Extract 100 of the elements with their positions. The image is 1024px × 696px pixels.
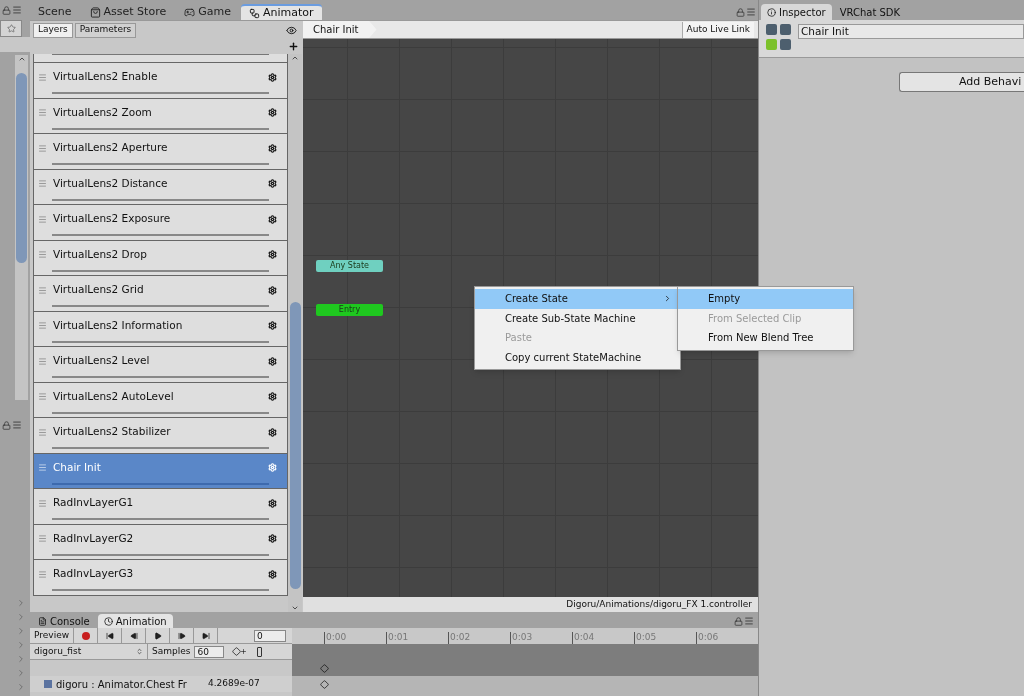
state-node[interactable]: Any State [316,260,383,272]
sidebar-tab[interactable]: Parameters [74,22,137,38]
lock-icon[interactable] [2,5,11,15]
drag-handle-icon[interactable] [38,569,47,579]
gear-icon[interactable] [268,569,277,579]
layer-item[interactable]: VirtualLens2 Distance [33,169,288,205]
lock-icon[interactable] [736,7,745,17]
drag-handle-icon[interactable] [38,463,47,472]
layer-item[interactable]: VirtualLens2 Grid [33,276,288,312]
drag-handle-icon[interactable] [38,143,47,153]
breadcrumb[interactable]: Chair Init [303,21,377,38]
state-icon [766,24,792,52]
panel-tab[interactable]: Console [32,614,96,628]
search-field[interactable] [0,37,30,52]
plus-icon[interactable] [240,648,248,655]
drag-handle-icon[interactable] [38,214,47,224]
preview-button[interactable]: Preview [30,628,75,643]
clip-dropdown[interactable]: digoru_fist [30,644,148,659]
gear-icon[interactable] [268,108,277,117]
lock-icon[interactable] [2,420,11,430]
add-icon[interactable] [288,40,299,52]
panel-tab[interactable]: Animation [97,614,173,628]
menu-item[interactable]: Create Sub-State Machine [475,308,680,328]
drag-handle-icon[interactable] [38,534,47,543]
drag-handle-icon[interactable] [38,285,47,295]
layer-item[interactable]: VirtualLens2 AutoLevel [33,382,288,418]
samples-field[interactable]: 60 [194,645,225,658]
panel-tab[interactable]: Asset Store [81,4,175,20]
gear-icon[interactable] [268,214,277,224]
menu-item[interactable]: Empty [678,289,853,309]
menu-icon[interactable] [746,7,756,17]
info-icon [767,7,776,17]
menu-icon[interactable] [744,616,754,626]
weight-slider[interactable] [52,198,269,201]
sidebar-tab[interactable]: Layers [33,22,73,38]
property-value[interactable]: 4.2689e-07 [208,677,260,691]
weight-slider[interactable] [52,411,269,414]
name-field[interactable]: Chair Init [798,24,1024,39]
layer-item[interactable]: VirtualLens2 Enable [33,63,288,99]
frame-field[interactable]: 0 [254,629,286,642]
layer-item[interactable]: VirtualLens2 Level [33,347,288,383]
layer-item[interactable]: VirtualLens2 Aperture [33,134,288,170]
panel-tab[interactable]: Game [176,4,239,20]
gear-icon[interactable] [268,392,277,401]
weight-slider[interactable] [52,553,269,556]
drag-handle-icon[interactable] [38,427,47,437]
gear-icon[interactable] [268,250,277,259]
layer-item[interactable]: Chair Init [33,453,288,489]
gear-icon[interactable] [268,356,277,366]
property-name[interactable]: digoru : Animator.Chest Fr [56,676,206,692]
gear-icon[interactable] [268,285,277,295]
layer-item[interactable]: VirtualLens2 Exposure [33,205,288,241]
drag-handle-icon[interactable] [38,250,47,259]
auto-live-link-button[interactable]: Auto Live Link [681,21,754,38]
weight-slider[interactable] [52,340,269,343]
lock-icon[interactable] [734,616,743,626]
scroll-up-icon[interactable] [17,55,26,63]
drag-handle-icon[interactable] [38,498,47,508]
gear-icon[interactable] [268,143,277,153]
gear-icon[interactable] [268,534,277,543]
state-node[interactable]: Entry [316,304,383,316]
drag-handle-icon[interactable] [38,321,47,330]
layer-item[interactable]: RadInvLayerG1 [33,489,288,525]
scroll-down-icon[interactable] [291,604,299,612]
weight-slider[interactable] [52,269,269,272]
layer-item[interactable]: RadInvLayerG2 [33,524,288,560]
gear-icon[interactable] [268,72,277,82]
scrollbar[interactable] [288,54,302,612]
eye-icon[interactable] [286,24,297,36]
layer-item[interactable]: VirtualLens2 Information [33,311,288,347]
layer-item[interactable]: VirtualLens2 Drop [33,240,288,276]
add-event-icon[interactable] [257,646,263,657]
layer-item[interactable]: RadInvLayerG3 [33,560,288,596]
scrollbar[interactable] [15,55,28,400]
add-keyframe-icon[interactable] [232,647,242,656]
gear-icon[interactable] [268,427,277,437]
layer-item[interactable]: VirtualLens2 Stabilizer [33,418,288,454]
drag-handle-icon[interactable] [38,179,47,188]
menu-item[interactable]: Create State [475,289,680,309]
menu-icon[interactable] [12,5,22,15]
drag-handle-icon[interactable] [38,356,47,366]
layer-item[interactable]: VirtualLens2 Zoom [33,98,288,134]
favorites-button[interactable] [0,20,22,37]
skip-to-start-icon [105,631,114,640]
panel-tab[interactable]: Animator [240,4,322,20]
drag-handle-icon[interactable] [38,108,47,117]
drag-handle-icon[interactable] [38,72,47,82]
panel-tab[interactable]: VRChat SDK [833,4,907,20]
gear-icon[interactable] [268,498,277,508]
scroll-up-icon[interactable] [291,54,299,62]
drag-handle-icon[interactable] [38,392,47,401]
clock-icon [103,616,113,626]
gear-icon[interactable] [268,179,277,188]
menu-icon[interactable] [12,420,22,430]
menu-item[interactable]: Copy current StateMachine [475,347,680,367]
panel-tab[interactable]: Inspector [761,4,832,20]
add-behaviour-button[interactable]: Add Behavi [899,72,1024,92]
weight-slider[interactable] [52,127,269,130]
panel-tab[interactable]: Scene [30,4,80,20]
gear-icon[interactable] [268,321,277,330]
